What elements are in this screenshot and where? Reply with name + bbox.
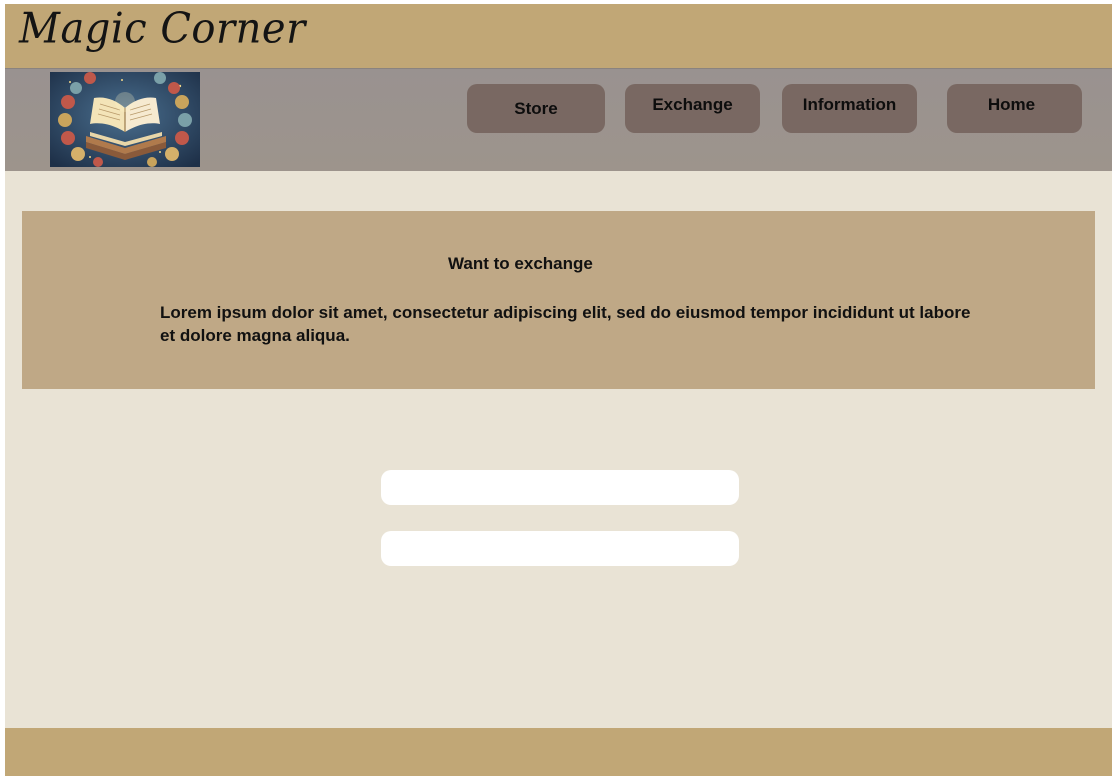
exchange-input-1[interactable] — [381, 470, 739, 505]
nav-information-button[interactable]: Information — [782, 84, 917, 133]
exchange-input-2[interactable] — [381, 531, 739, 566]
nav-bar: Store Exchange Information Home — [5, 68, 1112, 171]
footer-bar — [5, 728, 1112, 776]
exchange-banner: Want to exchange Lorem ipsum dolor sit a… — [22, 211, 1095, 389]
nav-store-button[interactable]: Store — [467, 84, 605, 133]
page-frame: Magic Corner Store Exchange Information … — [5, 4, 1112, 776]
banner-title: Want to exchange — [448, 254, 593, 273]
top-bar: Magic Corner — [5, 4, 1112, 68]
banner-description: Lorem ipsum dolor sit amet, consectetur … — [160, 303, 971, 345]
nav-exchange-button[interactable]: Exchange — [625, 84, 760, 133]
nav-home-button[interactable]: Home — [947, 84, 1082, 133]
book-illustration-icon[interactable] — [50, 72, 200, 167]
logo-text[interactable]: Magic Corner — [19, 5, 306, 53]
